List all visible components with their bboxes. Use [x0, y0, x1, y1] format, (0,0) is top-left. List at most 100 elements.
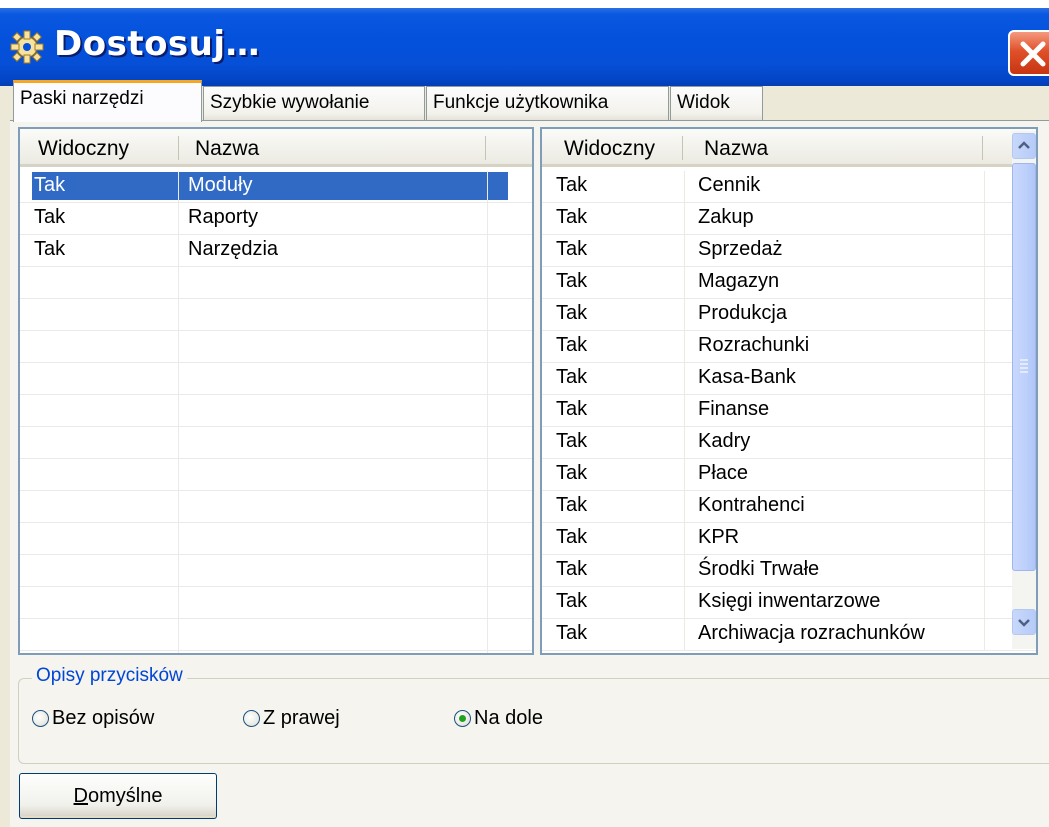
cell-visible: Tak — [556, 238, 588, 260]
tab-strip: Paski narzędzi Szybkie wywołanie Funkcje… — [0, 78, 1049, 122]
table-row[interactable]: Tak Moduły — [20, 171, 532, 203]
radio-checked-icon — [454, 710, 471, 727]
tab-szybkie-wywolanie[interactable]: Szybkie wywołanie — [203, 86, 425, 120]
vertical-scrollbar[interactable] — [1012, 131, 1036, 649]
table-row[interactable]: Tak Archiwacja rozrachunków — [542, 619, 1036, 651]
scroll-up-button[interactable] — [1012, 133, 1036, 159]
scroll-thumb[interactable] — [1012, 163, 1036, 571]
cell-name: Kasa-Bank — [698, 366, 796, 388]
cell-visible: Tak — [556, 302, 588, 324]
cell-name: Produkcja — [698, 302, 787, 324]
cell-visible: Tak — [34, 206, 66, 228]
empty-row — [20, 395, 532, 427]
table-row[interactable]: Tak Finanse — [542, 395, 1036, 427]
cell-name: Moduły — [188, 174, 253, 196]
empty-row — [20, 587, 532, 619]
table-row[interactable]: Tak Kontrahenci — [542, 491, 1036, 523]
empty-row — [20, 459, 532, 491]
radio-label: Na dole — [474, 707, 543, 729]
cell-name: Cennik — [698, 174, 761, 196]
accelerator-letter: D — [73, 785, 88, 807]
radio-label: Z prawej — [263, 707, 340, 729]
table-row[interactable]: Tak Kasa-Bank — [542, 363, 1036, 395]
scroll-down-button[interactable] — [1012, 609, 1036, 635]
chevron-down-icon — [1018, 619, 1030, 627]
table-row[interactable]: Tak Cennik — [542, 171, 1036, 203]
tab-paski-narzedzi[interactable]: Paski narzędzi — [13, 80, 202, 122]
table-row[interactable]: Tak Rozrachunki — [542, 331, 1036, 363]
empty-row — [20, 491, 532, 523]
button-label: omyślne — [87, 785, 163, 807]
default-button[interactable]: Domyślne — [19, 773, 217, 819]
table-row[interactable]: Tak Raporty — [20, 203, 532, 235]
empty-row — [20, 427, 532, 459]
table-row[interactable]: Tak Kadry — [542, 427, 1036, 459]
grid-header: Widoczny Nazwa — [542, 129, 1036, 167]
cell-name: Sprzedaż — [698, 238, 783, 260]
window-title: Dostosuj… — [54, 24, 261, 64]
table-row[interactable]: Tak Magazyn — [542, 267, 1036, 299]
close-button[interactable] — [1008, 30, 1049, 76]
cell-visible: Tak — [556, 334, 588, 356]
cell-name: Zakup — [698, 206, 754, 228]
grid-rows: Tak Moduły Tak Raporty Tak Narzędzia — [20, 171, 532, 653]
radio-icon — [243, 710, 260, 727]
cell-visible: Tak — [556, 590, 588, 612]
modules-grid[interactable]: Widoczny Nazwa Tak Cennik Tak Zakup Tak Sprze… — [540, 127, 1038, 655]
cell-name: Finanse — [698, 398, 770, 420]
cell-visible: Tak — [556, 398, 588, 420]
radio-bez-opisow[interactable]: Bez opisów — [32, 707, 154, 730]
empty-row — [20, 555, 532, 587]
empty-row — [20, 299, 532, 331]
close-icon — [1020, 41, 1046, 67]
table-row[interactable]: Tak Środki Trwałe — [542, 555, 1036, 587]
radio-icon — [32, 710, 49, 727]
grid-rows: Tak Cennik Tak Zakup Tak Sprzedaż Tak Magazyn Ta… — [542, 171, 1036, 651]
radio-z-prawej[interactable]: Z prawej — [243, 707, 340, 730]
radio-label: Bez opisów — [52, 707, 155, 729]
cell-visible: Tak — [556, 622, 588, 644]
grid-header: Widoczny Nazwa — [20, 129, 532, 167]
table-row[interactable]: Tak Produkcja — [542, 299, 1036, 331]
table-row[interactable]: Tak Księgi inwentarzowe — [542, 587, 1036, 619]
table-row[interactable]: Tak Sprzedaż — [542, 235, 1036, 267]
cell-visible: Tak — [34, 238, 66, 260]
grip-icon — [1020, 359, 1028, 373]
empty-row — [20, 523, 532, 555]
cell-name: Kontrahenci — [698, 494, 805, 516]
column-header-widoczny[interactable]: Widoczny — [38, 137, 129, 161]
tab-widok[interactable]: Widok — [670, 86, 763, 120]
chevron-up-icon — [1018, 141, 1030, 149]
radio-na-dole[interactable]: Na dole — [454, 707, 543, 730]
toolbars-grid[interactable]: Widoczny Nazwa Tak Moduły Tak Raporty Tak Nar… — [18, 127, 534, 655]
cell-name: Płace — [698, 462, 749, 484]
empty-row — [20, 267, 532, 299]
title-bar[interactable]: Dostosuj… — [0, 0, 1049, 86]
table-row[interactable]: Tak Płace — [542, 459, 1036, 491]
cell-visible: Tak — [556, 206, 588, 228]
cell-visible: Tak — [34, 174, 66, 196]
cell-visible: Tak — [556, 462, 588, 484]
cell-visible: Tak — [556, 430, 588, 452]
cell-visible: Tak — [556, 174, 588, 196]
cell-visible: Tak — [556, 366, 588, 388]
cell-name: Archiwacja rozrachunków — [698, 622, 925, 644]
tab-label: Szybkie wywołanie — [210, 92, 370, 113]
table-row[interactable]: Tak Narzędzia — [20, 235, 532, 267]
table-row[interactable]: Tak KPR — [542, 523, 1036, 555]
cell-visible: Tak — [556, 270, 588, 292]
table-row[interactable]: Tak Zakup — [542, 203, 1036, 235]
cell-name: Księgi inwentarzowe — [698, 590, 881, 612]
column-header-nazwa[interactable]: Nazwa — [704, 137, 768, 161]
cell-name: Narzędzia — [188, 238, 279, 260]
cell-name: KPR — [698, 526, 740, 548]
tab-funkcje-uzytkownika[interactable]: Funkcje użytkownika — [426, 86, 669, 120]
empty-row — [20, 331, 532, 363]
column-header-widoczny[interactable]: Widoczny — [564, 137, 655, 161]
cell-name: Środki Trwałe — [698, 558, 820, 580]
cell-visible: Tak — [556, 494, 588, 516]
cell-visible: Tak — [556, 558, 588, 580]
column-header-nazwa[interactable]: Nazwa — [195, 137, 259, 161]
empty-row — [20, 619, 532, 651]
empty-row — [20, 651, 532, 653]
